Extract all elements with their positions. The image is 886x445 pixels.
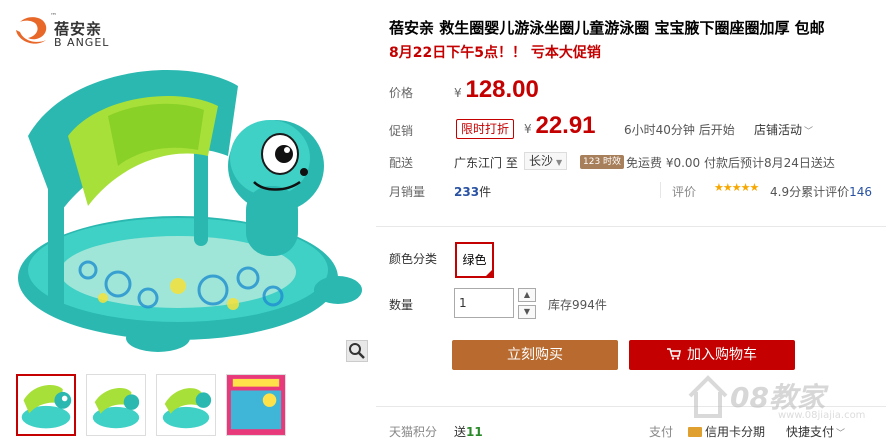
product-details: 蓓安亲 救生圈婴儿游泳坐圈儿童游泳圈 宝宝腋下圈座圈加厚 包邮 8月22日下午5… (376, 0, 886, 445)
selected-check-icon (484, 268, 494, 278)
ship-to-selector[interactable]: 长沙 ▼ (524, 152, 568, 170)
review-total-count: 146 (849, 185, 873, 199)
caret-down-icon: ▼ (523, 307, 531, 316)
monthly-sales-count: 233 (454, 185, 480, 199)
ship-to-city: 长沙 (529, 154, 554, 168)
cart-icon (667, 348, 681, 360)
caret-up-icon: ▲ (523, 290, 531, 299)
original-price: ¥ 128.00 (454, 76, 539, 104)
quantity-label: 数量 (389, 298, 414, 312)
tmall-points: 送11 (454, 423, 483, 440)
thumbnail-2-image (92, 388, 140, 429)
thumbnail-2[interactable] (86, 374, 146, 436)
thumbnail-4-image (227, 375, 285, 435)
thumbnail-1-image (21, 384, 72, 429)
rating-summary[interactable]: 4.9分累计评价146 (770, 183, 872, 200)
monthly-sales: 233件 (454, 183, 491, 200)
add-to-cart-button[interactable]: 加入购物车 (629, 340, 795, 370)
promo-tag: 限时打折 (456, 119, 515, 139)
thumbnail-4[interactable] (226, 374, 286, 436)
currency-symbol: ¥ (454, 86, 462, 100)
section-divider (376, 226, 886, 227)
zoom-button[interactable] (346, 340, 368, 362)
color-option-label: 绿色 (462, 253, 487, 267)
monthly-sales-label: 月销量 (389, 185, 426, 199)
delivery-time-badge: 123 时效 (580, 155, 625, 169)
quick-pay-link[interactable]: 快捷支付 ﹀ (786, 423, 845, 440)
credit-card-icon (688, 427, 702, 437)
quantity-increase-button[interactable]: ▲ (518, 288, 536, 302)
thumbnail-1[interactable] (16, 374, 76, 436)
product-title: 蓓安亲 救生圈婴儿游泳坐圈儿童游泳圈 宝宝腋下圈座圈加厚 包邮 (389, 19, 825, 37)
quick-pay-label: 快捷支付 (786, 425, 835, 439)
rating-score: 4.9分 (770, 185, 802, 199)
shipping-info: 免运费 ¥0.00 付款后预计8月24日送达 (626, 156, 835, 170)
promo-label: 促销 (389, 124, 414, 138)
rating-label: 评价 (672, 185, 697, 199)
promo-currency-symbol: ¥ (524, 122, 532, 136)
stock-count: 库存994件 (548, 298, 607, 312)
promo-price-value: 22.91 (535, 112, 596, 139)
color-label: 颜色分类 (389, 252, 438, 266)
promo-countdown: 6小时40分钟 后开始 (624, 123, 735, 137)
original-price-value: 128.00 (465, 76, 539, 103)
store-activity-label: 店铺活动 (754, 123, 803, 137)
tmall-points-value: 11 (466, 425, 483, 439)
credit-installment-label: 信用卡分期 (705, 425, 766, 439)
thumbnail-3-image (162, 388, 212, 429)
thumbnail-strip (16, 374, 296, 440)
payment-label: 支付 (649, 425, 674, 439)
shipping-label: 配送 (389, 156, 414, 170)
add-to-cart-label: 加入购物车 (687, 347, 757, 363)
ship-from: 广东江门 至 (454, 156, 518, 170)
rating-stars: ★★★★★ (714, 181, 759, 194)
quantity-decrease-button[interactable]: ▼ (518, 305, 536, 319)
monthly-sales-unit: 件 (479, 185, 492, 199)
tmall-points-prefix: 送 (454, 425, 467, 439)
tmall-points-label: 天猫积分 (389, 425, 438, 439)
buy-now-button[interactable]: 立刻购买 (452, 340, 618, 370)
magnifier-icon (349, 343, 365, 359)
color-option-green[interactable]: 绿色 (455, 242, 494, 278)
product-gallery: ™ 蓓安亲 B ANGEL (0, 0, 376, 445)
price-label: 价格 (389, 86, 414, 100)
credit-installment-link[interactable]: 信用卡分期 (688, 423, 765, 440)
quantity-input[interactable]: 1 (454, 288, 514, 318)
promo-price: ¥ 22.91 (524, 112, 596, 140)
footer-divider (376, 406, 886, 407)
stats-divider (660, 182, 661, 198)
brand-logo-icon (16, 17, 47, 44)
chevron-down-icon: ﹀ (804, 127, 814, 137)
product-main-image[interactable] (8, 46, 370, 364)
thumbnail-3[interactable] (156, 374, 216, 436)
review-total-label: 累计评价 (801, 185, 850, 199)
caret-down-icon: ▼ (556, 158, 563, 167)
promo-headline: 8月22日下午5点！！ 亏本大促销 (389, 45, 601, 61)
chevron-down-icon: ﹀ (836, 429, 846, 439)
store-activity-dropdown[interactable]: 店铺活动 ﹀ (754, 121, 813, 138)
